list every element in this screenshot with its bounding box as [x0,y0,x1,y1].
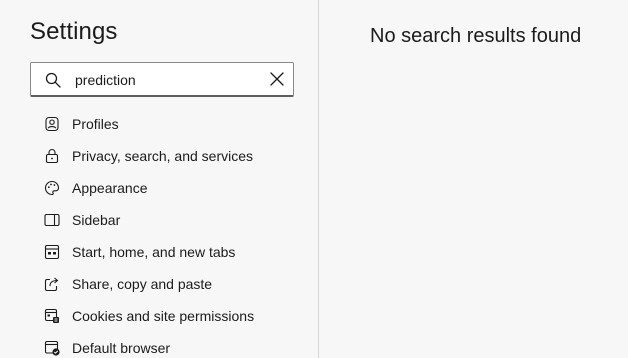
lock-icon [44,148,68,164]
share-icon [44,276,68,292]
sidebar-item-profiles[interactable]: Profiles [30,108,310,140]
sidebar-item-appearance[interactable]: Appearance [30,172,310,204]
no-results-message: No search results found [370,25,582,47]
default-browser-icon [44,340,68,356]
search-icon [45,72,61,88]
sidebar-item-cookies[interactable]: Cookies and site permissions [30,300,310,332]
profile-icon [44,116,68,132]
sidebar-icon [44,212,68,228]
permissions-icon [44,308,68,324]
sidebar-item-start-home[interactable]: Start, home, and new tabs [30,236,310,268]
sidebar-item-sidebar[interactable]: Sidebar [30,204,310,236]
sidebar-item-share-copy[interactable]: Share, copy and paste [30,268,310,300]
search-input[interactable] [75,69,255,91]
sidebar-item-default-browser[interactable]: Default browser [30,332,310,358]
settings-nav: Profiles Privacy, search, and services A… [30,108,310,358]
settings-content: No search results found [320,0,628,358]
sidebar-item-label: Appearance [72,180,148,196]
settings-window: Settings Profiles [0,0,628,358]
sidebar-item-label: Default browser [72,340,171,356]
sidebar-item-label: Privacy, search, and services [72,148,254,164]
search-box[interactable] [30,62,294,97]
palette-icon [44,180,68,196]
page-title: Settings [30,18,118,45]
close-icon[interactable] [269,71,285,87]
sidebar-item-privacy[interactable]: Privacy, search, and services [30,140,310,172]
home-tabs-icon [44,244,68,260]
sidebar-item-label: Cookies and site permissions [72,308,255,324]
settings-sidebar: Settings Profiles [0,0,319,358]
sidebar-item-label: Share, copy and paste [72,276,213,292]
sidebar-item-label: Start, home, and new tabs [72,244,236,260]
sidebar-item-label: Profiles [72,116,119,132]
sidebar-item-label: Sidebar [72,212,121,228]
